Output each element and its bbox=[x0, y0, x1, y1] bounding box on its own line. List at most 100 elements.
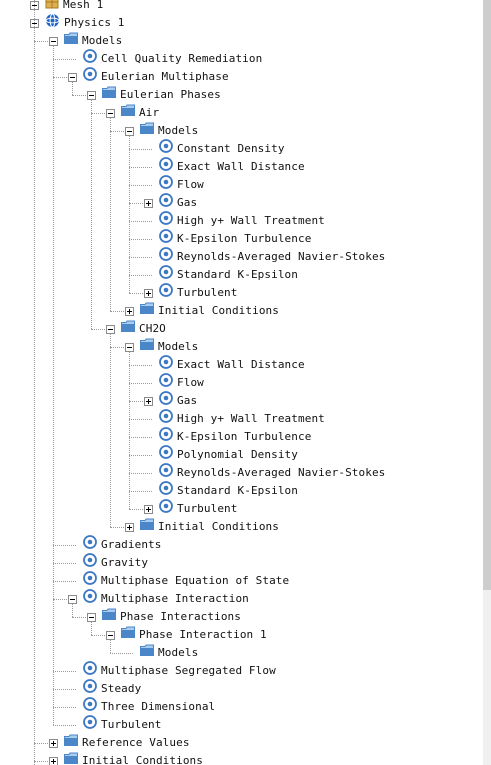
tree-node-reynolds-averaged-navier-stokes[interactable]: Reynolds-Averaged Navier-Stokes bbox=[144, 247, 385, 266]
tree-node-constant-density[interactable]: Constant Density bbox=[144, 139, 285, 159]
model-node-icon bbox=[83, 553, 97, 573]
collapse-icon[interactable] bbox=[106, 108, 115, 118]
folder-icon bbox=[64, 734, 78, 752]
tree-node-standard-k-epsilon[interactable]: Standard K-Epsilon bbox=[144, 265, 299, 284]
expand-icon[interactable] bbox=[144, 396, 153, 406]
tree-node-multiphase-interaction[interactable]: Multiphase Interaction bbox=[68, 589, 249, 609]
tree-node-label: Gas bbox=[177, 196, 198, 209]
collapse-icon[interactable] bbox=[68, 72, 77, 82]
tree-node-turbulent[interactable]: Turbulent bbox=[68, 715, 162, 734]
tree-node-initial-conditions[interactable]: Initial Conditions bbox=[125, 518, 279, 536]
tree-node-polynomial-density[interactable]: Polynomial Density bbox=[144, 445, 298, 464]
tree-node-standard-k-epsilon[interactable]: Standard K-Epsilon bbox=[144, 481, 298, 500]
collapse-icon[interactable] bbox=[106, 324, 115, 334]
tree-guide-line bbox=[110, 347, 124, 348]
tree-node-models[interactable]: Models bbox=[49, 32, 122, 50]
tree-node-exact-wall-distance[interactable]: Exact Wall Distance bbox=[144, 157, 305, 176]
tree-guide-line bbox=[110, 640, 111, 653]
scrollbar-thumb[interactable] bbox=[483, 0, 491, 590]
tree-node-three-dimensional[interactable]: Three Dimensional bbox=[68, 697, 216, 716]
tree-node-flow[interactable]: Flow bbox=[144, 373, 204, 392]
tree-node-label: Exact Wall Distance bbox=[177, 358, 305, 371]
tree-node-flow[interactable]: Flow bbox=[144, 175, 204, 194]
tree-node-turbulent[interactable]: Turbulent bbox=[144, 283, 238, 303]
tree-node-high-y-wall-treatment[interactable]: High y+ Wall Treatment bbox=[144, 409, 325, 428]
expand-icon[interactable] bbox=[49, 738, 58, 748]
tree-node-gradients[interactable]: Gradients bbox=[68, 535, 162, 554]
tree-node-k-epsilon-turbulence[interactable]: K-Epsilon Turbulence bbox=[144, 427, 311, 446]
collapse-icon[interactable] bbox=[125, 126, 134, 136]
tree-guide-line bbox=[34, 761, 48, 762]
folder-icon bbox=[121, 626, 135, 644]
tree-node-label: Three Dimensional bbox=[101, 700, 216, 713]
expand-icon[interactable] bbox=[144, 198, 153, 208]
tree-guide-line bbox=[129, 473, 152, 474]
collapse-icon[interactable] bbox=[49, 36, 58, 46]
tree-node-turbulent[interactable]: Turbulent bbox=[144, 499, 238, 518]
simulation-tree[interactable]: Mesh 1 Physics 1 Models Cell Quality Remedi… bbox=[0, 0, 483, 765]
tree-node-reference-values[interactable]: Reference Values bbox=[49, 734, 190, 752]
tree-guide-line bbox=[53, 77, 67, 78]
collapse-icon[interactable] bbox=[125, 342, 134, 352]
model-node-icon bbox=[159, 139, 173, 159]
tree-node-gas[interactable]: Gas bbox=[144, 193, 198, 212]
tree-node-gas[interactable]: Gas bbox=[144, 391, 198, 410]
collapse-icon[interactable] bbox=[87, 612, 96, 622]
tree-node-models[interactable]: Models bbox=[125, 122, 198, 140]
tree-node-label: Gradients bbox=[101, 538, 162, 551]
collapse-icon[interactable] bbox=[106, 630, 115, 640]
tree-node-models[interactable]: Models bbox=[125, 644, 198, 662]
expand-icon[interactable] bbox=[144, 504, 153, 514]
tree-node-phase-interaction-1[interactable]: Phase Interaction 1 bbox=[106, 626, 267, 644]
tree-node-ch2o[interactable]: CH2O bbox=[106, 320, 166, 338]
folder-icon bbox=[140, 302, 154, 320]
tree-node-high-y-wall-treatment[interactable]: High y+ Wall Treatment bbox=[144, 211, 325, 231]
tree-guide-line bbox=[53, 581, 76, 582]
tree-node-eulerian-phases[interactable]: Eulerian Phases bbox=[87, 86, 221, 104]
tree-node-label: Gas bbox=[177, 394, 198, 407]
tree-guide-line bbox=[91, 100, 92, 329]
tree-node-physics-1[interactable]: Physics 1 bbox=[30, 13, 125, 32]
tree-node-label: Physics 1 bbox=[64, 16, 125, 29]
tree-node-gravity[interactable]: Gravity bbox=[68, 553, 148, 573]
tree-node-cell-quality-remediation[interactable]: Cell Quality Remediation bbox=[68, 49, 262, 68]
tree-guide-line bbox=[72, 82, 73, 95]
tree-node-label: Initial Conditions bbox=[158, 520, 280, 533]
tree-node-label: Turbulent bbox=[177, 286, 238, 299]
tree-node-initial-conditions[interactable]: Initial Conditions bbox=[49, 752, 203, 765]
tree-node-multiphase-equation-of-state[interactable]: Multiphase Equation of State bbox=[68, 571, 289, 590]
folder-icon bbox=[121, 104, 135, 122]
tree-node-steady[interactable]: Steady bbox=[68, 679, 141, 698]
tree-node-label: Eulerian Phases bbox=[120, 88, 221, 101]
model-node-icon bbox=[83, 589, 97, 609]
expand-icon[interactable] bbox=[144, 288, 153, 298]
expand-icon[interactable] bbox=[49, 756, 58, 765]
tree-node-label: Phase Interactions bbox=[120, 610, 242, 623]
tree-node-multiphase-segregated-flow[interactable]: Multiphase Segregated Flow bbox=[68, 661, 276, 680]
collapse-icon[interactable] bbox=[68, 594, 77, 604]
model-node-icon bbox=[159, 463, 173, 483]
expand-icon[interactable] bbox=[125, 522, 134, 532]
tree-node-models[interactable]: Models bbox=[125, 338, 198, 356]
model-node-icon bbox=[159, 211, 173, 231]
model-node-icon bbox=[159, 283, 173, 303]
tree-node-label: Models bbox=[158, 340, 199, 353]
tree-node-initial-conditions[interactable]: Initial Conditions bbox=[125, 302, 279, 320]
tree-node-eulerian-multiphase[interactable]: Eulerian Multiphase bbox=[68, 67, 229, 86]
tree-node-label: Multiphase Interaction bbox=[101, 592, 249, 605]
tree-guide-line bbox=[53, 46, 54, 725]
tree-node-k-epsilon-turbulence[interactable]: K-Epsilon Turbulence bbox=[144, 229, 311, 248]
tree-node-reynolds-averaged-navier-stokes[interactable]: Reynolds-Averaged Navier-Stokes bbox=[144, 463, 385, 483]
tree-node-label: CH2O bbox=[139, 322, 166, 335]
tree-node-exact-wall-distance[interactable]: Exact Wall Distance bbox=[144, 355, 305, 375]
tree-node-mesh-1[interactable]: Mesh 1 bbox=[30, 0, 103, 14]
collapse-icon[interactable] bbox=[87, 90, 96, 100]
expand-icon[interactable] bbox=[125, 306, 134, 316]
tree-node-label: Reference Values bbox=[82, 736, 190, 749]
tree-node-air[interactable]: Air bbox=[106, 104, 159, 122]
model-node-icon bbox=[159, 355, 173, 375]
tree-node-label: Standard K-Epsilon bbox=[177, 268, 299, 281]
tree-node-label: Initial Conditions bbox=[158, 304, 280, 317]
tree-node-label: Phase Interaction 1 bbox=[139, 628, 267, 641]
tree-node-phase-interactions[interactable]: Phase Interactions bbox=[87, 608, 241, 626]
